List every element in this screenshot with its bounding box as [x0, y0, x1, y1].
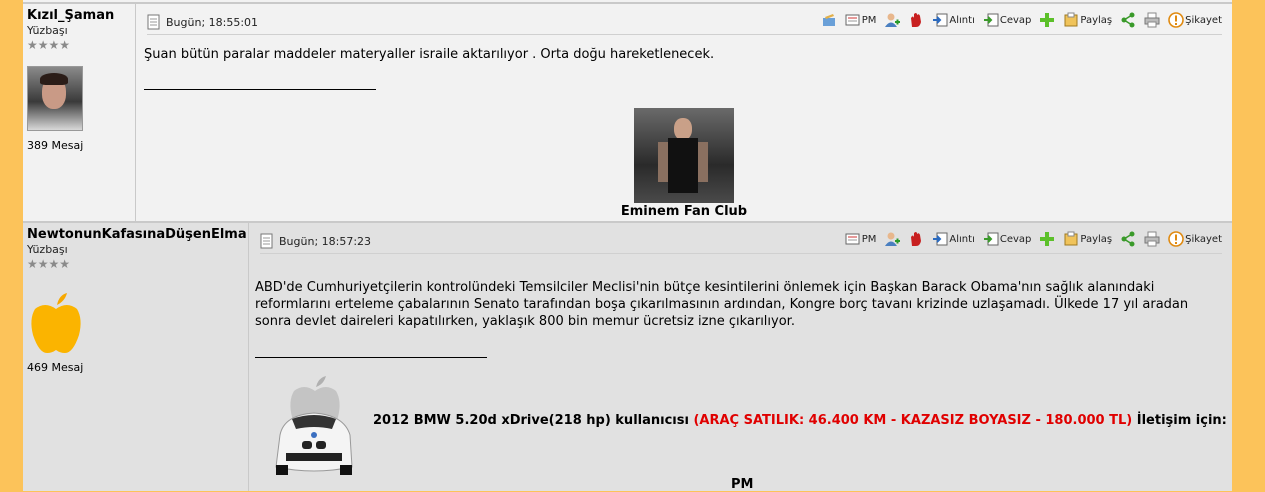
quote-button[interactable]: Alıntı	[932, 12, 975, 28]
share-network-icon[interactable]	[1120, 12, 1136, 28]
report-button[interactable]: Şikayet	[1168, 12, 1222, 28]
message-count: 469 Mesaj	[27, 361, 84, 374]
car-image[interactable]	[270, 375, 358, 479]
post-content: Bugün; 18:55:01 PM Alıntı Cevap Paylaş Ş…	[137, 4, 1232, 222]
post-date: Bugün; 18:57:23	[260, 233, 371, 249]
report-label: Şikayet	[1185, 14, 1222, 26]
forum-thread: Kızıl_Şaman Yüzbaşı ★★★★ 389 Mesaj Bugün…	[23, 0, 1232, 492]
signature-pm-link[interactable]: PM	[731, 477, 753, 492]
signature: Eminem Fan Club	[621, 108, 747, 219]
post-date-text: Bugün; 18:55:01	[166, 15, 259, 29]
signature-sale: (ARAÇ SATILIK: 46.400 KM - KAZASIZ BOYAS…	[693, 413, 1133, 428]
post-date: Bugün; 18:55:01	[147, 14, 258, 30]
quote-label: Alıntı	[949, 233, 975, 245]
pm-label: PM	[861, 14, 877, 26]
avatar[interactable]	[27, 291, 85, 357]
share-button[interactable]: Paylaş	[1063, 231, 1112, 247]
block-hand-icon[interactable]	[908, 231, 924, 247]
report-label: Şikayet	[1185, 233, 1222, 245]
signature-car-line: 2012 BMW 5.20d xDrive(218 hp) kullanıcıs…	[373, 413, 1227, 428]
reply-label: Cevap	[999, 14, 1032, 26]
quote-label: Alıntı	[949, 14, 975, 26]
plus-icon[interactable]	[1039, 12, 1055, 28]
reply-button[interactable]: Cevap	[983, 12, 1032, 28]
pm-button[interactable]: PM	[845, 232, 877, 246]
post-toolbar: Bugün; 18:55:01 PM Alıntı Cevap Paylaş Ş…	[147, 12, 1222, 35]
document-icon	[260, 233, 276, 249]
signature-divider	[255, 357, 487, 358]
print-icon[interactable]	[1144, 231, 1160, 247]
post-content: Bugün; 18:57:23 PM Alıntı Cevap Paylaş Ş…	[250, 223, 1232, 492]
signature-car: 2012 BMW 5.20d xDrive(218 hp) kullanıcıs…	[373, 413, 689, 428]
post-toolbar: Bugün; 18:57:23 PM Alıntı Cevap Paylaş Ş…	[260, 231, 1222, 254]
signature-caption: Eminem Fan Club	[620, 204, 748, 219]
quote-button[interactable]: Alıntı	[932, 231, 975, 247]
post: NewtonunKafasınaDüşenElma Yüzbaşı ★★★★ 4…	[23, 221, 1232, 492]
post-date-text: Bugün; 18:57:23	[279, 234, 372, 248]
post-text: Şuan bütün paralar maddeler materyaller …	[144, 47, 715, 62]
avatar[interactable]	[27, 66, 83, 131]
share-network-icon[interactable]	[1120, 231, 1136, 247]
print-icon[interactable]	[1144, 12, 1160, 28]
pm-label: PM	[861, 233, 877, 245]
report-button[interactable]: Şikayet	[1168, 231, 1222, 247]
signature-divider	[144, 89, 376, 90]
reply-button[interactable]: Cevap	[983, 231, 1032, 247]
rank-stars: ★★★★	[27, 257, 71, 271]
author-name[interactable]: NewtonunKafasınaDüşenElma	[27, 227, 248, 243]
plus-icon[interactable]	[1039, 231, 1055, 247]
rank-stars: ★★★★	[27, 38, 71, 52]
post-actions: PM Alıntı Cevap Paylaş Şikayet	[845, 231, 1222, 247]
post-text: ABD'de Cumhuriyetçilerin kontrolündeki T…	[255, 280, 1189, 329]
block-hand-icon[interactable]	[908, 12, 924, 28]
share-label: Paylaş	[1080, 14, 1113, 26]
author-rank: Yüzbaşı	[27, 24, 68, 37]
share-label: Paylaş	[1080, 233, 1113, 245]
pm-button[interactable]: PM	[845, 13, 877, 27]
reply-label: Cevap	[999, 233, 1032, 245]
message-count: 389 Mesaj	[27, 139, 84, 152]
add-friend-icon[interactable]	[884, 231, 901, 247]
edit-icon[interactable]	[821, 12, 837, 28]
signature-contact: İletişim için:	[1136, 413, 1227, 428]
add-friend-icon[interactable]	[884, 12, 901, 28]
post-actions: PM Alıntı Cevap Paylaş Şikayet	[821, 12, 1222, 28]
document-icon	[147, 14, 163, 30]
author-panel: Kızıl_Şaman Yüzbaşı ★★★★ 389 Mesaj	[23, 4, 136, 222]
author-name[interactable]: Kızıl_Şaman	[27, 8, 135, 24]
share-button[interactable]: Paylaş	[1063, 12, 1112, 28]
signature-image[interactable]	[634, 108, 734, 203]
post: Kızıl_Şaman Yüzbaşı ★★★★ 389 Mesaj Bugün…	[23, 2, 1232, 222]
author-rank: Yüzbaşı	[27, 243, 68, 256]
author-panel: NewtonunKafasınaDüşenElma Yüzbaşı ★★★★ 4…	[23, 223, 249, 491]
